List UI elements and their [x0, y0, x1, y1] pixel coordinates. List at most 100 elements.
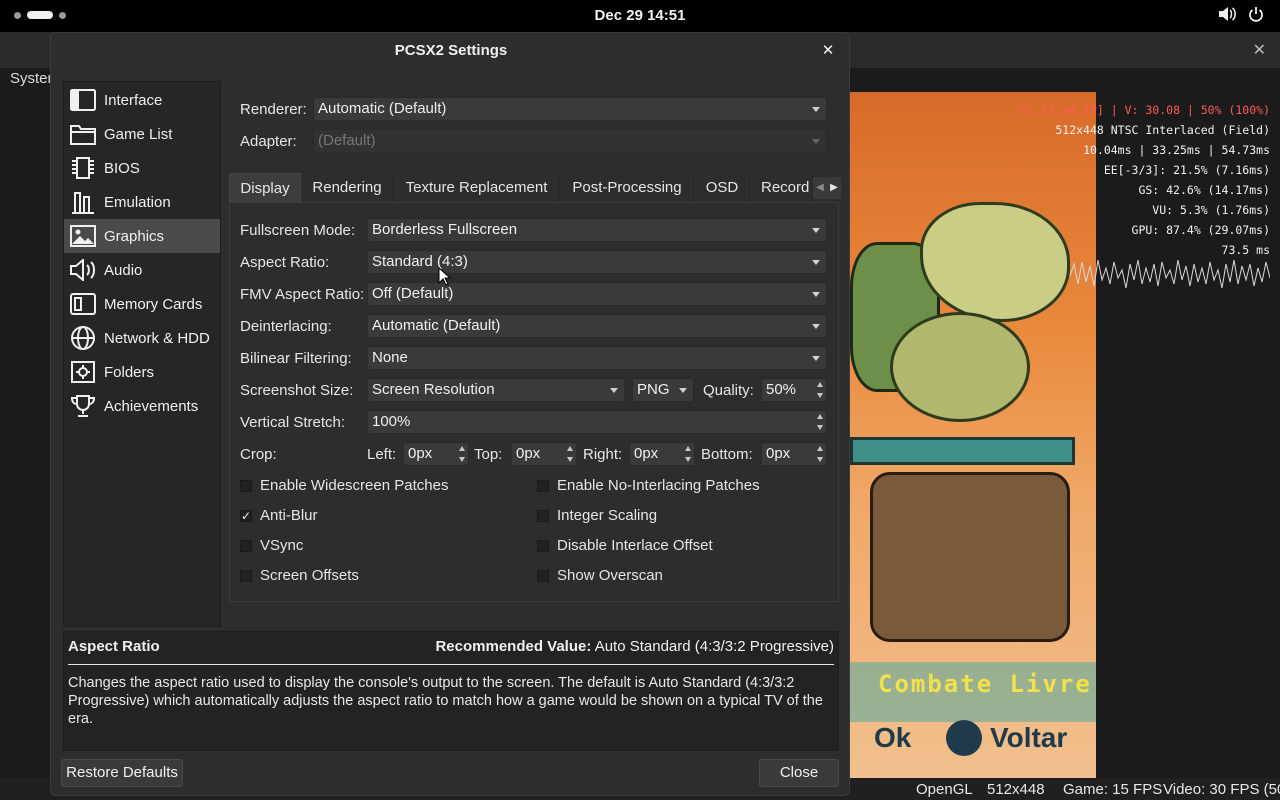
- vsync-checkbox[interactable]: VSync: [240, 537, 303, 554]
- aspect-ratio-select[interactable]: Standard (4:3): [367, 250, 827, 274]
- sidebar-item-label: BIOS: [104, 159, 140, 177]
- spin-down-icon[interactable]: [817, 393, 823, 398]
- clock[interactable]: Dec 29 14:51: [0, 7, 1280, 24]
- spin-down-icon[interactable]: [685, 457, 691, 462]
- crop-bottom-spinbox[interactable]: 0px: [761, 442, 827, 466]
- tab-scroll-right-icon[interactable]: ▶: [827, 177, 841, 199]
- vertical-stretch-spinbox[interactable]: 100%: [367, 410, 827, 434]
- close-button[interactable]: Close: [759, 759, 839, 787]
- sidebar-item-memory-cards[interactable]: Memory Cards: [64, 287, 220, 321]
- game-menu-title: Combate Livre: [878, 670, 1092, 698]
- system-tray[interactable]: [1218, 6, 1264, 26]
- integer-scaling-checkbox[interactable]: Integer Scaling: [537, 507, 657, 524]
- aspect-ratio-value: Standard (4:3): [372, 253, 468, 270]
- spin-down-icon[interactable]: [459, 457, 465, 462]
- folder-icon: [68, 121, 98, 147]
- adapter-select[interactable]: (Default): [313, 129, 827, 153]
- screenshot-size-select[interactable]: Screen Resolution: [367, 378, 625, 402]
- tab-scroll-left-icon[interactable]: ◀: [813, 177, 827, 199]
- tab-osd[interactable]: OSD: [695, 173, 750, 203]
- checkbox-box[interactable]: [240, 569, 252, 582]
- checkbox-label: Disable Interlace Offset: [557, 537, 713, 554]
- checkbox-box[interactable]: [537, 569, 549, 582]
- deinterlacing-select[interactable]: Automatic (Default): [367, 314, 827, 338]
- checkbox-box[interactable]: [537, 509, 549, 522]
- sidebar-item-game-list[interactable]: Game List: [64, 117, 220, 151]
- quality-spinbox[interactable]: 50%: [761, 378, 827, 402]
- sidebar-item-network-hdd[interactable]: Network & HDD: [64, 321, 220, 355]
- bilinear-filtering-select[interactable]: None: [367, 346, 827, 370]
- spin-up-icon[interactable]: [817, 382, 823, 387]
- sidebar-item-bios[interactable]: BIOS: [64, 151, 220, 185]
- spin-up-icon[interactable]: [817, 414, 823, 419]
- main-close-icon[interactable]: ✕: [1253, 40, 1266, 60]
- crop-top-spinbox[interactable]: 0px: [511, 442, 577, 466]
- checkbox-box[interactable]: [240, 539, 252, 552]
- checkbox-box[interactable]: [537, 479, 549, 492]
- spin-down-icon[interactable]: [817, 457, 823, 462]
- renderer-select[interactable]: Automatic (Default): [313, 97, 827, 121]
- spin-down-icon[interactable]: [567, 457, 573, 462]
- fmv-aspect-ratio-value: Off (Default): [372, 285, 454, 302]
- tab-rendering[interactable]: Rendering: [302, 173, 393, 203]
- spin-up-icon[interactable]: [567, 446, 573, 451]
- sidebar-item-graphics[interactable]: Graphics: [64, 219, 220, 253]
- tab-post-processing[interactable]: Post-Processing: [561, 173, 694, 203]
- chevron-down-icon: [812, 324, 820, 329]
- main-menu-system[interactable]: Syster: [10, 70, 53, 87]
- restore-defaults-button[interactable]: Restore Defaults: [61, 759, 183, 787]
- sidebar-item-folders[interactable]: Folders: [64, 355, 220, 389]
- settings-tabs: Display Rendering Texture Replacement Po…: [229, 173, 841, 203]
- spin-down-icon[interactable]: [817, 425, 823, 430]
- chevron-down-icon: [812, 292, 820, 297]
- spin-up-icon[interactable]: [685, 446, 691, 451]
- deinterlacing-label: Deinterlacing:: [240, 318, 332, 335]
- screenshot-format-select[interactable]: PNG: [632, 378, 694, 402]
- checkbox-box[interactable]: [240, 479, 252, 492]
- dialog-close-icon[interactable]: ✕: [819, 42, 837, 60]
- tab-record[interactable]: Record: [751, 173, 813, 203]
- game-scenery: [870, 472, 1070, 642]
- screenshot-size-value: Screen Resolution: [372, 381, 495, 398]
- help-recommended-value: Auto Standard (4:3/3:2 Progressive): [594, 638, 834, 655]
- anti-blur-checkbox[interactable]: ✓ Anti-Blur: [240, 507, 318, 524]
- checkbox-label: VSync: [260, 537, 304, 554]
- sidebar-item-interface[interactable]: Interface: [64, 83, 220, 117]
- checkbox-box[interactable]: [537, 539, 549, 552]
- power-icon[interactable]: [1248, 6, 1264, 26]
- crop-right-spinbox[interactable]: 0px: [629, 442, 695, 466]
- aspect-ratio-label: Aspect Ratio:: [240, 254, 330, 271]
- status-resolution: 512x448: [987, 781, 1045, 798]
- sidebar-item-achievements[interactable]: Achievements: [64, 389, 220, 423]
- spin-up-icon[interactable]: [459, 446, 465, 451]
- volume-icon[interactable]: [1218, 6, 1236, 26]
- checkbox-box[interactable]: ✓: [240, 509, 252, 523]
- spin-up-icon[interactable]: [817, 446, 823, 451]
- image-icon: [68, 223, 98, 249]
- show-overscan-checkbox[interactable]: Show Overscan: [537, 567, 663, 584]
- game-scenery: [850, 437, 1075, 465]
- screen-offsets-checkbox[interactable]: Screen Offsets: [240, 567, 359, 584]
- disable-interlace-offset-checkbox[interactable]: Disable Interlace Offset: [537, 537, 713, 554]
- sidebar-item-audio[interactable]: Audio: [64, 253, 220, 287]
- chevron-down-icon: [812, 356, 820, 361]
- help-panel: Aspect Ratio Recommended Value: Auto Sta…: [63, 631, 839, 751]
- tab-display[interactable]: Display: [229, 173, 301, 203]
- checkbox-label: Screen Offsets: [260, 567, 359, 584]
- tab-texture-replacement[interactable]: Texture Replacement: [394, 173, 560, 203]
- fullscreen-mode-select[interactable]: Borderless Fullscreen: [367, 218, 827, 242]
- no-interlacing-patches-checkbox[interactable]: Enable No-Interlacing Patches: [537, 477, 760, 494]
- chevron-down-icon: [812, 228, 820, 233]
- crop-bottom-value: 0px: [766, 445, 791, 462]
- vertical-stretch-value: 100%: [372, 413, 411, 430]
- sidebar-item-emulation[interactable]: Emulation: [64, 185, 220, 219]
- crop-right-value: 0px: [634, 445, 659, 462]
- chevron-down-icon: [812, 107, 820, 112]
- crop-left-spinbox[interactable]: 0px: [403, 442, 469, 466]
- help-divider: [68, 664, 834, 665]
- widescreen-patches-checkbox[interactable]: Enable Widescreen Patches: [240, 477, 448, 494]
- settings-dialog: PCSX2 Settings ✕ Interface Game List BIO…: [50, 32, 850, 796]
- screenshot-format-value: PNG: [637, 381, 670, 398]
- chevron-down-icon: [812, 260, 820, 265]
- fmv-aspect-ratio-select[interactable]: Off (Default): [367, 282, 827, 306]
